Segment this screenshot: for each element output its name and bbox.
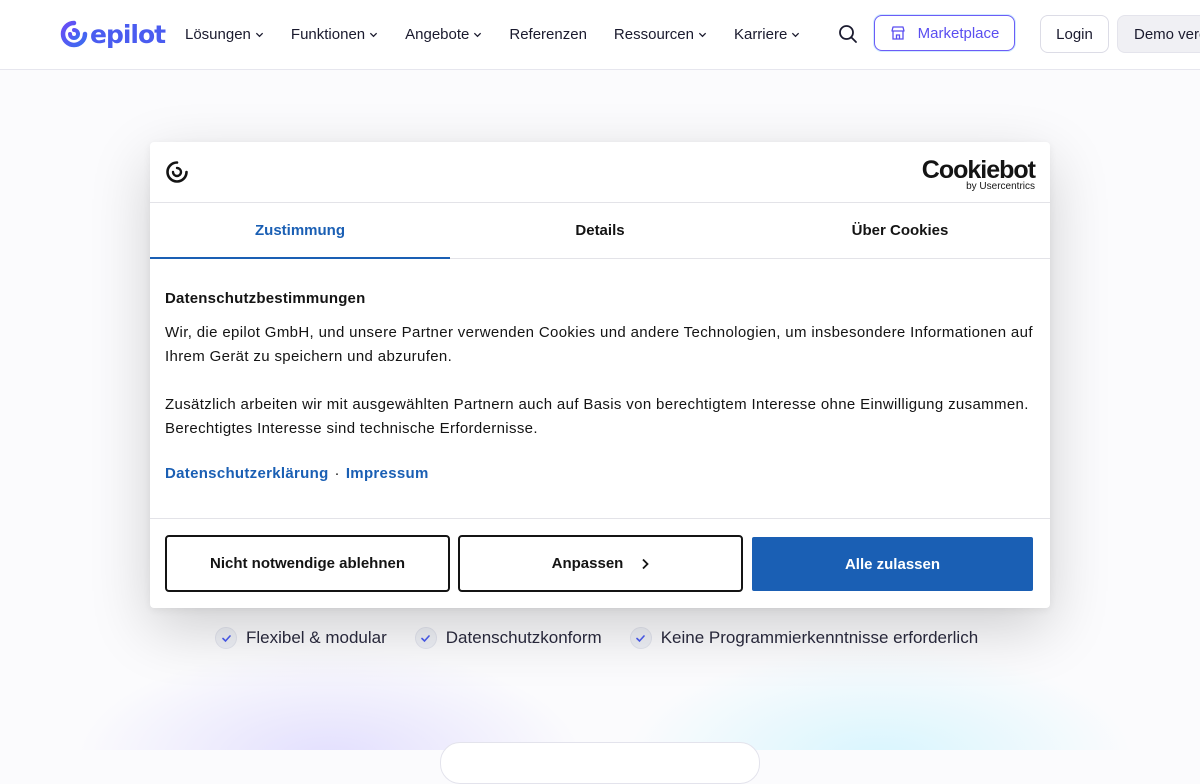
- tab-details[interactable]: Details: [450, 203, 750, 258]
- chevron-down-icon: [792, 32, 800, 38]
- nav-angebote[interactable]: Angebote: [405, 26, 482, 43]
- cookiebot-logo-icon: [166, 161, 188, 183]
- search-icon: [839, 25, 857, 43]
- reject-unnecessary-button[interactable]: Nicht notwendige ablehnen: [165, 535, 450, 592]
- nav-label: Karriere: [733, 26, 788, 43]
- cookiebot-brand[interactable]: Cookiebot by Usercentrics: [921, 156, 1036, 192]
- nav-ressourcen[interactable]: Ressourcen: [614, 26, 707, 43]
- customize-label: Anpassen: [551, 555, 624, 572]
- tab-zustimmung[interactable]: Zustimmung: [150, 203, 450, 259]
- imprint-link[interactable]: Impressum: [346, 465, 429, 482]
- epilot-logo-icon: [60, 20, 88, 48]
- customize-button[interactable]: Anpassen: [458, 535, 743, 592]
- login-button[interactable]: Login: [1040, 15, 1109, 53]
- privacy-policy-link[interactable]: Datenschutzerklärung: [165, 465, 329, 482]
- feature-label: Keine Programmierkenntnisse erforderlich: [660, 628, 979, 647]
- chevron-down-icon: [255, 32, 264, 38]
- dialog-paragraph-1: Wir, die epilot GmbH, und unsere Partner…: [165, 324, 1033, 365]
- chevron-right-icon: [642, 558, 650, 569]
- allow-all-button[interactable]: Alle zulassen: [752, 537, 1033, 591]
- nav-label: Ressourcen: [613, 26, 694, 43]
- feature-list: Flexibel & modular Datenschutzkonform Ke…: [215, 626, 1006, 650]
- reject-label: Nicht notwendige ablehnen: [209, 555, 405, 572]
- chevron-down-icon: [698, 32, 707, 38]
- hero-cta-pill[interactable]: [440, 742, 760, 784]
- nav-label: Angebote: [405, 26, 470, 43]
- allow-all-label: Alle zulassen: [844, 555, 941, 573]
- feature-item: Keine Programmierkenntnisse erforderlich: [629, 627, 979, 649]
- marketplace-label: Marketplace: [917, 24, 1000, 42]
- nav-label: Funktionen: [290, 26, 366, 43]
- nav-karriere[interactable]: Karriere: [734, 26, 800, 43]
- check-icon: [215, 627, 237, 649]
- nav-loesungen[interactable]: Lösungen: [185, 26, 264, 43]
- store-icon: [890, 26, 905, 40]
- dialog-title: Datenschutzbestimmungen: [165, 290, 366, 307]
- feature-label: Flexibel & modular: [246, 628, 387, 647]
- nav-funktionen[interactable]: Funktionen: [291, 26, 378, 43]
- logo-wordmark: epilot: [90, 19, 166, 49]
- nav-label: Referenzen: [509, 26, 587, 43]
- chevron-down-icon: [370, 32, 378, 38]
- nav-referenzen[interactable]: Referenzen: [509, 26, 587, 43]
- dialog-tabs: Zustimmung Details Über Cookies: [150, 203, 1050, 259]
- link-separator: ·: [334, 465, 340, 482]
- nav-label: Lösungen: [185, 26, 251, 43]
- check-icon: [629, 627, 652, 649]
- dialog-paragraph-2: Zusätzlich arbeiten wir mit ausgewählten…: [165, 396, 1029, 437]
- dialog-header: Cookiebot by Usercentrics: [150, 142, 1050, 203]
- dialog-body: Datenschutzbestimmungen Wir, die epilot …: [165, 290, 1035, 482]
- demo-label: Demo vereinbaren: [1134, 25, 1200, 43]
- feature-item: Datenschutzkonform: [414, 627, 602, 649]
- feature-label: Datenschutzkonform: [445, 628, 602, 647]
- chevron-down-icon: [474, 32, 482, 38]
- feature-item: Flexibel & modular: [215, 627, 387, 649]
- tab-ueber-cookies[interactable]: Über Cookies: [750, 203, 1050, 258]
- login-label: Login: [1056, 25, 1093, 43]
- brand-name: Cookiebot: [921, 156, 1036, 184]
- site-header: epilot Lösungen Funktionen Angebote Refe…: [0, 0, 1200, 70]
- search-button[interactable]: [838, 24, 858, 44]
- dialog-links: Datenschutzerklärung · Impressum: [165, 465, 1035, 482]
- marketplace-button[interactable]: Marketplace: [874, 15, 1015, 51]
- main-nav: Lösungen Funktionen Angebote Referenzen …: [185, 0, 827, 69]
- epilot-logo[interactable]: epilot: [60, 19, 166, 49]
- check-icon: [414, 627, 437, 649]
- demo-button[interactable]: Demo vereinbaren: [1117, 15, 1200, 53]
- cookie-consent-dialog: Cookiebot by Usercentrics Zustimmung Det…: [150, 142, 1050, 608]
- dialog-footer: Nicht notwendige ablehnen Anpassen Alle …: [150, 518, 1050, 608]
